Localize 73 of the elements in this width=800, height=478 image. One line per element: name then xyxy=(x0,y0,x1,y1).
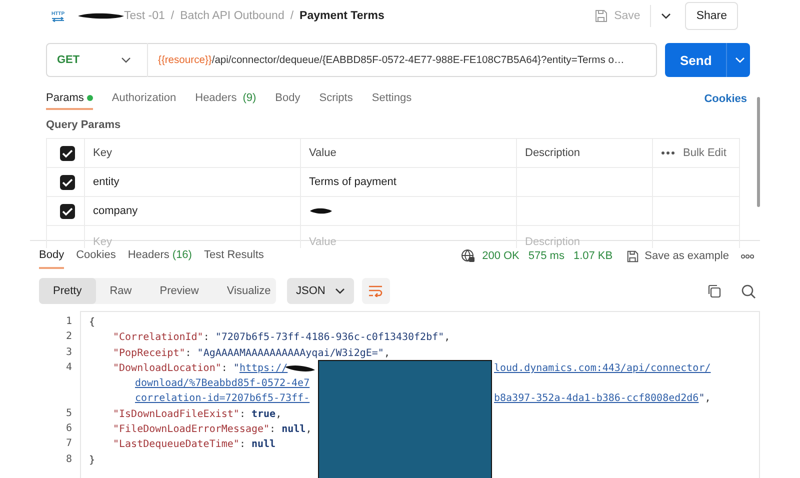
code-line: { xyxy=(89,316,96,330)
view-option[interactable]: Visualize xyxy=(212,278,285,304)
tab[interactable]: Params xyxy=(46,88,93,110)
table-cell: Terms of payment xyxy=(309,176,396,188)
url-bar[interactable]: GET {{resource}}/api/connector/dequeue/{EABBD85F-0572-4E77-988E-FE108C7B5A64}?entity=Terms o… xyxy=(46,43,657,77)
view-option[interactable]: Pretty xyxy=(39,278,96,304)
view-option[interactable]: Raw xyxy=(96,278,146,304)
code-line: } xyxy=(89,454,96,468)
chevron-down-icon[interactable] xyxy=(121,57,131,63)
tab[interactable]: Body xyxy=(39,243,64,269)
line-number: 6 xyxy=(66,423,72,434)
checkbox[interactable] xyxy=(60,146,75,160)
method-dropdown[interactable]: GET xyxy=(57,54,117,66)
checkbox[interactable] xyxy=(60,204,75,218)
wrap-lines-icon xyxy=(368,285,384,297)
url-link[interactable]: https:// xyxy=(239,362,288,374)
tab[interactable]: Settings xyxy=(372,88,412,110)
status-code[interactable]: 200 OK xyxy=(482,250,520,262)
table-cell: entity xyxy=(93,176,120,188)
view-option[interactable]: Preview xyxy=(146,278,213,304)
save-icon xyxy=(594,9,608,23)
checkbox[interactable] xyxy=(60,174,75,190)
tab[interactable]: Scripts xyxy=(319,88,353,110)
tab[interactable]: Headers (16) xyxy=(128,243,192,269)
line-number: 5 xyxy=(66,408,72,419)
line-number: 3 xyxy=(66,346,72,358)
globe-icon[interactable] xyxy=(461,249,476,263)
save-icon[interactable] xyxy=(626,250,639,262)
line-number: 4 xyxy=(66,362,72,373)
line-number: 7 xyxy=(66,438,72,450)
code-line: "IsDownLoadFileExist": true, xyxy=(113,408,282,422)
url-link[interactable]: b8a397-352a-4da1-b386-ccf8008ed2d6 xyxy=(494,393,699,404)
table-cell: company xyxy=(93,205,138,217)
line-number: 1 xyxy=(66,316,72,327)
chevron-down-icon[interactable] xyxy=(661,13,672,19)
breadcrumb-separator: / xyxy=(170,10,174,22)
response-size[interactable]: 1.07 KB xyxy=(573,250,613,262)
copy-icon[interactable] xyxy=(707,284,721,298)
save-as-example-button[interactable]: Save as example xyxy=(644,250,729,262)
more-icon[interactable] xyxy=(661,151,675,155)
code-line: "FileDownLoadErrorMessage": null, xyxy=(113,423,312,438)
column-header: Value xyxy=(309,147,336,159)
tab[interactable]: Headers (9) xyxy=(195,88,256,110)
url-link[interactable]: download/%7Beabbd85f-0572-4e7 xyxy=(135,378,310,390)
code-line: "CorrelationId": "7207b6f5-73ff-4186-936c-c0f13430f2bf", xyxy=(113,331,450,346)
tab[interactable]: Authorization xyxy=(112,88,176,110)
tab[interactable]: Test Results xyxy=(204,243,264,269)
url-link[interactable]: correlation-id=7207b6f5-73ff- xyxy=(135,393,310,404)
scrollbar[interactable] xyxy=(757,97,760,207)
bulk-edit-link[interactable]: Bulk Edit xyxy=(683,147,726,159)
share-button[interactable]: Share xyxy=(685,2,738,30)
response-time[interactable]: 575 ms xyxy=(528,250,564,262)
breadcrumb-item[interactable]: Payment Terms xyxy=(300,10,384,22)
line-number: 8 xyxy=(66,454,72,465)
more-icon[interactable] xyxy=(741,254,754,258)
send-button[interactable]: Send xyxy=(665,43,750,77)
search-icon[interactable] xyxy=(741,284,756,298)
code-line: b8a397-352a-4da1-b386-ccf8008ed2d6", xyxy=(494,393,711,404)
url-link[interactable]: loud.dynamics.com:443/api/connector/ xyxy=(494,362,711,374)
url-field[interactable]: {{resource}}/api/connector/dequeue/{EABBD85F-0572-4E77-988E-FE108C7B5A64}?entity=Terms o… xyxy=(158,54,624,66)
wrap-lines-button[interactable] xyxy=(362,278,390,304)
format-dropdown[interactable]: JSON xyxy=(287,278,354,304)
cookies-link[interactable]: Cookies xyxy=(704,93,747,105)
code-line: "LastDequeueDateTime": null xyxy=(113,438,276,452)
column-header: Key xyxy=(93,147,112,159)
line-number: 2 xyxy=(66,331,72,342)
column-header: Description xyxy=(525,147,580,159)
code-line: "PopReceipt": "AgAAAAMAAAAAAAAAAyqai/W3i2gE=", xyxy=(113,346,390,361)
section-title: Query Params xyxy=(46,119,122,133)
tab[interactable]: Body xyxy=(275,88,300,110)
chevron-down-icon xyxy=(335,288,346,294)
breadcrumb-separator: / xyxy=(290,10,294,22)
code-line: "DownloadLocation": "https:// xyxy=(113,362,288,376)
